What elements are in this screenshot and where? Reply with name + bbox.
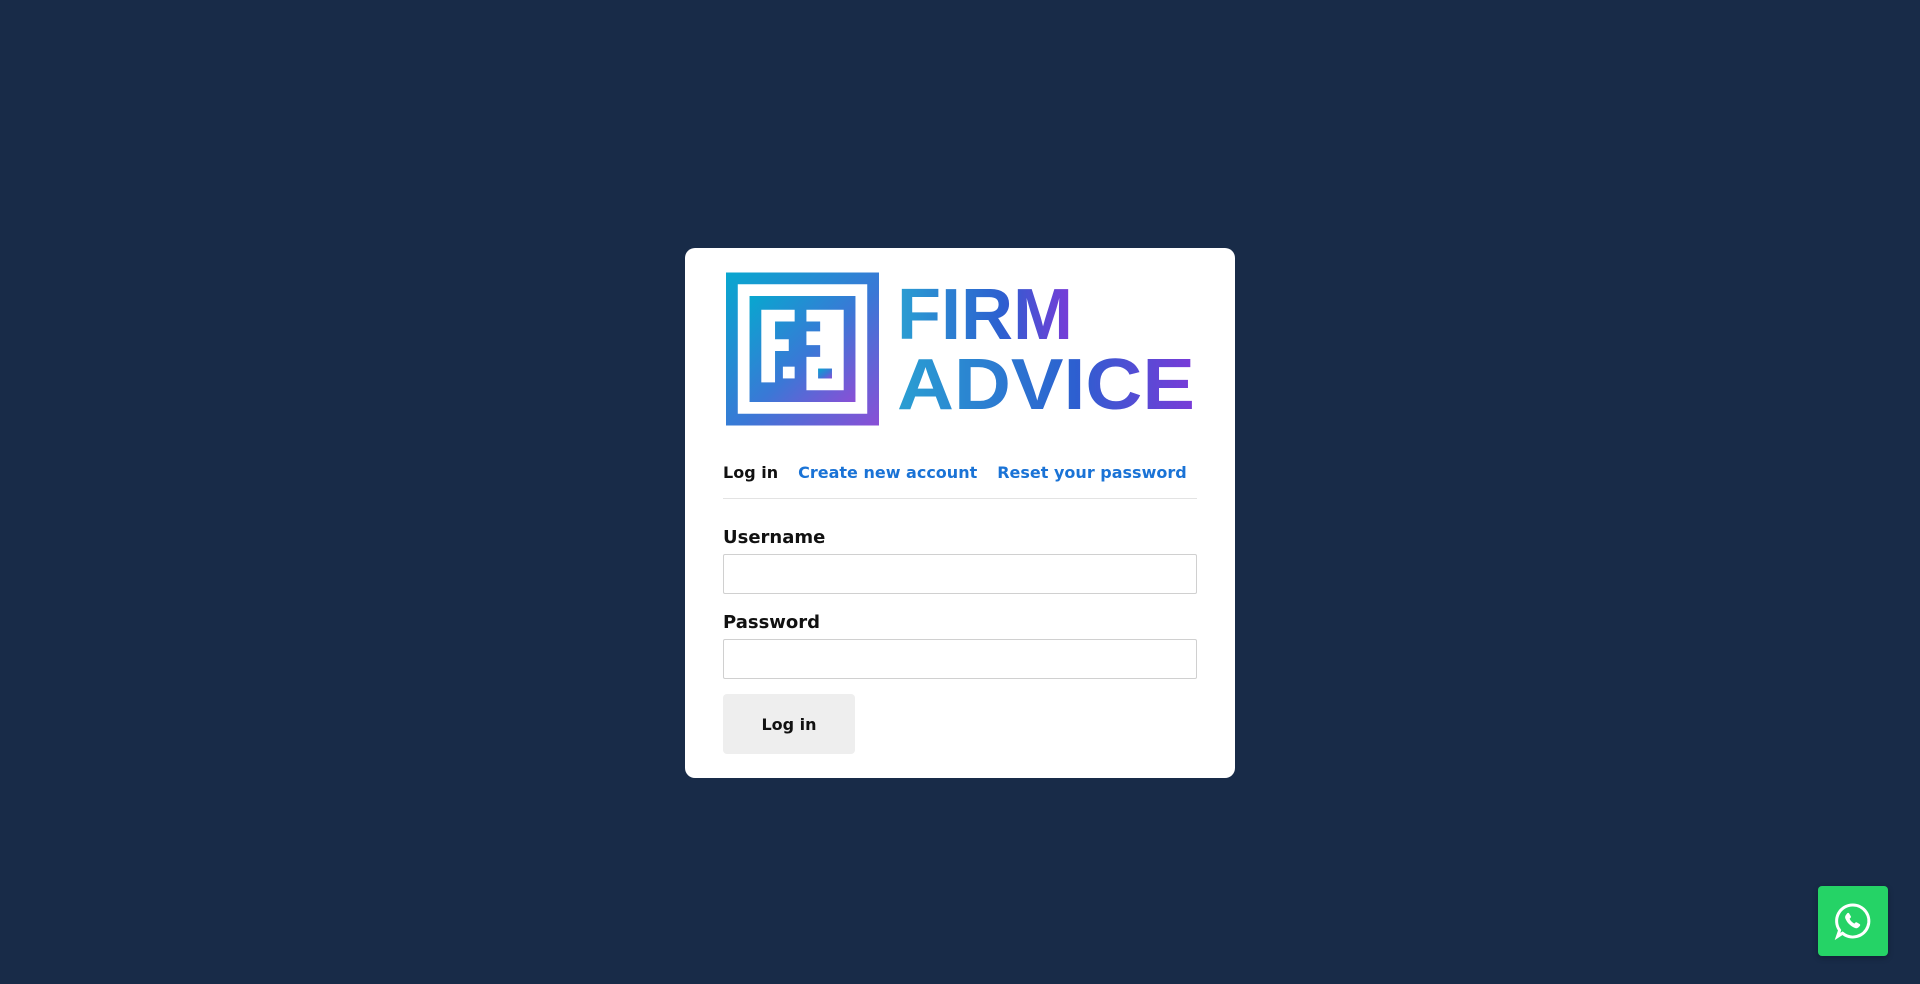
logo-line-advice: ADVICE xyxy=(897,345,1195,419)
whatsapp-icon xyxy=(1834,903,1871,941)
firm-advice-logo[interactable]: FIRM ADVICE xyxy=(726,270,1197,428)
auth-tabs: Log in Create new account Reset your pas… xyxy=(723,460,1197,499)
login-form: Username Password Log in xyxy=(723,527,1197,754)
password-field[interactable] xyxy=(723,639,1197,679)
password-label: Password xyxy=(723,612,821,633)
log-in-button[interactable]: Log in xyxy=(723,694,855,754)
login-page: FIRM ADVICE Log in Create new account Re… xyxy=(0,0,1920,984)
logo-wordmark: FIRM ADVICE xyxy=(897,279,1197,419)
username-label: Username xyxy=(723,527,826,548)
tab-reset-password[interactable]: Reset your password xyxy=(997,463,1186,482)
logo-mark-icon xyxy=(726,272,879,426)
tab-log-in[interactable]: Log in xyxy=(723,463,778,482)
logo-line-firm: FIRM xyxy=(897,279,1073,355)
tab-create-account[interactable]: Create new account xyxy=(798,463,977,482)
username-field[interactable] xyxy=(723,554,1197,594)
login-card: FIRM ADVICE Log in Create new account Re… xyxy=(685,248,1235,778)
whatsapp-chat-button[interactable] xyxy=(1818,886,1888,956)
